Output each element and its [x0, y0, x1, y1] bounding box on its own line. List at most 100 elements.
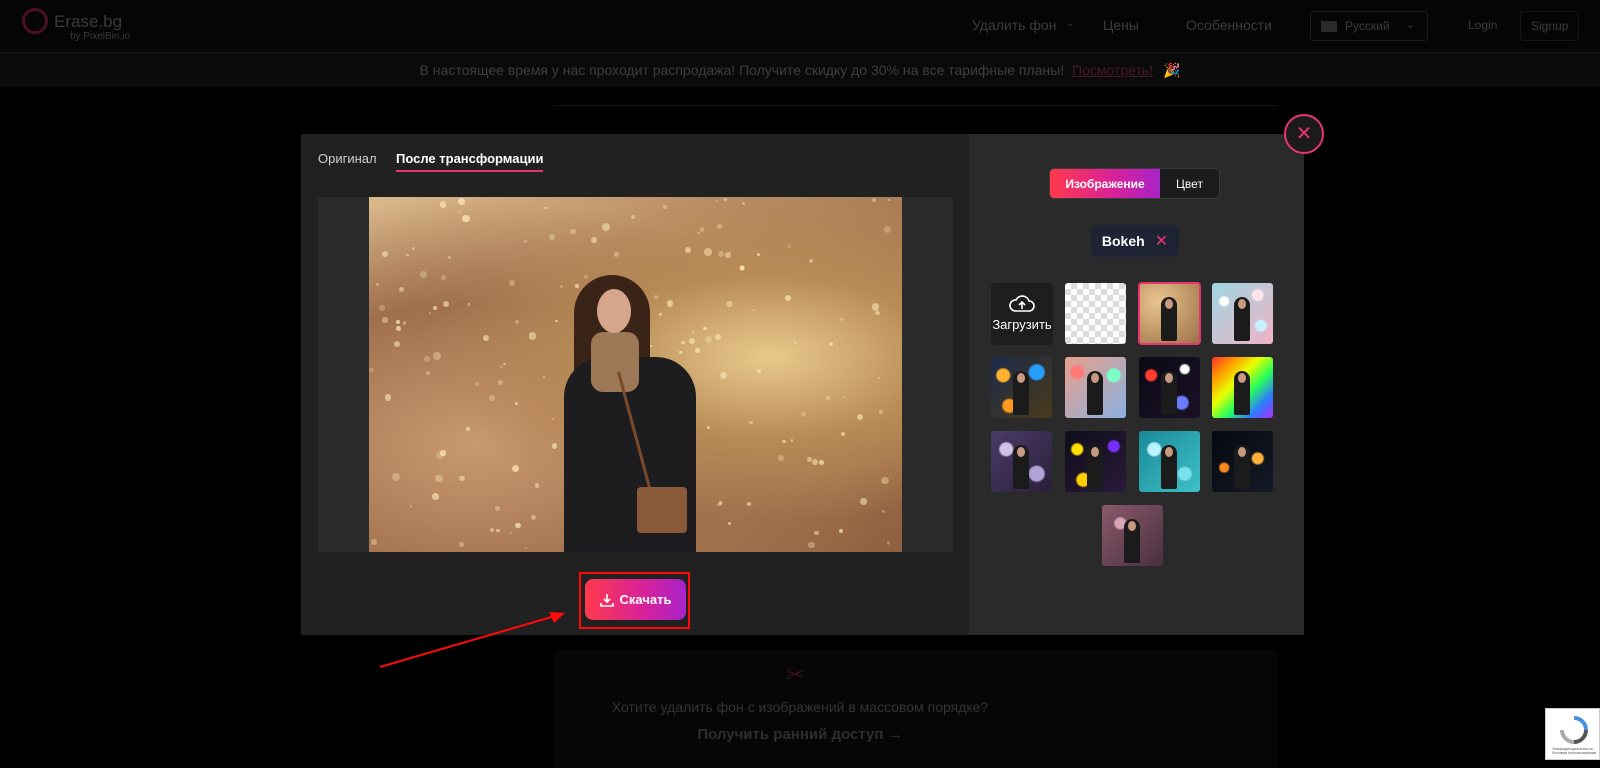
bokeh-sparkle — [811, 458, 818, 465]
bokeh-sparkle — [706, 426, 710, 430]
party-icon: 🎉 — [1162, 62, 1181, 78]
tab-after-transformation[interactable]: После трансформации — [396, 151, 544, 172]
bokeh-sparkle — [856, 413, 864, 421]
bokeh-sparkle — [860, 498, 867, 505]
background-panel — [553, 86, 1277, 106]
bokeh-sparkle — [515, 401, 519, 405]
thumbnail-face — [1128, 521, 1136, 531]
promo-link[interactable]: Посмотреть! — [1072, 62, 1153, 78]
preview-pane: Оригинал После трансформации — [301, 134, 969, 635]
background-thumbnail-bokeh-dark-lights[interactable] — [1139, 357, 1200, 418]
bokeh-sparkle — [396, 320, 401, 325]
bokeh-sparkle — [688, 337, 696, 345]
upload-button[interactable]: Загрузить — [991, 283, 1053, 345]
bokeh-sparkle — [384, 394, 391, 401]
bokeh-sparkle — [841, 432, 846, 437]
background-thumbnail-bokeh-orange-blue[interactable] — [991, 357, 1052, 418]
bokeh-sparkle — [441, 275, 446, 281]
bokeh-sparkle — [503, 362, 506, 366]
selected-category-chip: Bokeh ✕ — [1091, 225, 1179, 257]
bokeh-sparkle — [814, 530, 819, 536]
bokeh-sparkle — [718, 250, 725, 257]
logo-subtitle: by PixelBin.io — [70, 31, 131, 42]
thumbnail-face — [1165, 373, 1173, 383]
bokeh-sparkle — [489, 394, 495, 401]
tab-original[interactable]: Оригинал — [318, 151, 377, 166]
cloud-upload-icon — [1009, 295, 1035, 312]
bokeh-sparkle — [684, 247, 691, 254]
language-select[interactable]: Русский ⌄ — [1310, 11, 1428, 41]
bokeh-sparkle — [742, 202, 746, 205]
login-button[interactable]: Login — [1458, 11, 1507, 41]
bokeh-sparkle — [458, 210, 461, 213]
background-thumbnail-bokeh-pastel[interactable] — [1212, 283, 1273, 344]
image-mode-button[interactable]: Изображение — [1050, 169, 1160, 198]
bokeh-sparkle — [877, 377, 880, 380]
background-thumbnail-bokeh-rainbow[interactable] — [1212, 357, 1273, 418]
nav-remove-background[interactable]: Удалить фон — [972, 17, 1056, 33]
background-thumbnail-bokeh-yellow-night[interactable] — [1065, 431, 1126, 492]
background-thumbnail-bokeh-mauve[interactable] — [1102, 505, 1163, 566]
bokeh-sparkle — [496, 529, 500, 533]
close-icon[interactable]: ✕ — [1155, 231, 1168, 251]
person-face — [597, 289, 631, 333]
bokeh-sparkle — [391, 472, 400, 481]
bokeh-sparkle — [459, 475, 465, 481]
bokeh-sparkle — [591, 237, 597, 243]
bokeh-sparkle — [515, 522, 521, 529]
background-thumbnail-bokeh-purple[interactable] — [991, 431, 1052, 492]
bokeh-sparkle — [723, 198, 727, 202]
background-options-pane: Изображение Цвет Bokeh ✕ Загрузить — [969, 134, 1304, 635]
bokeh-sparkle — [778, 454, 785, 461]
early-access-link[interactable]: Получить ранний доступ → — [0, 726, 1600, 743]
nav-pricing[interactable]: Цены — [1103, 17, 1139, 33]
color-mode-button[interactable]: Цвет — [1160, 169, 1219, 198]
thumbnail-face — [1017, 373, 1025, 383]
bokeh-sparkle — [782, 439, 786, 443]
bokeh-sparkle — [630, 215, 635, 219]
background-thumbnail-bokeh-gold[interactable] — [1138, 282, 1201, 345]
signup-button[interactable]: Signup — [1520, 11, 1580, 41]
bokeh-sparkle — [497, 379, 504, 386]
bokeh-sparkle — [826, 396, 830, 401]
bokeh-sparkle — [704, 248, 712, 256]
chip-label: Bokeh — [1101, 233, 1145, 249]
bokeh-sparkle — [555, 319, 558, 322]
bokeh-sparkle — [692, 331, 695, 334]
annotation-arrow — [379, 612, 565, 668]
bokeh-sparkle — [800, 411, 806, 418]
logo[interactable]: Erase.bg by PixelBin.io — [22, 8, 130, 42]
recaptcha-badge[interactable]: Конфиденциальность - Условия использован… — [1545, 708, 1600, 760]
close-modal-button[interactable]: ✕ — [1284, 114, 1324, 154]
bulk-icon: ✂ — [786, 662, 805, 687]
background-thumbnail-bokeh-night-orange[interactable] — [1212, 431, 1273, 492]
thumbnail-face — [1238, 373, 1246, 383]
bokeh-sparkle — [887, 198, 891, 202]
chevron-down-icon: ⌄ — [1066, 18, 1075, 29]
bokeh-sparkle — [420, 271, 428, 279]
bokeh-sparkle — [381, 251, 389, 258]
bokeh-sparkle — [515, 320, 520, 325]
result-image — [369, 197, 902, 552]
bokeh-sparkle — [717, 223, 723, 229]
background-thumbnail-bokeh-multicolor[interactable] — [1065, 357, 1126, 418]
bokeh-sparkle — [432, 492, 440, 500]
promo-text: В настоящее время у нас проходит распрод… — [419, 62, 1065, 78]
background-thumbnail-transparent[interactable] — [1065, 283, 1126, 344]
nav-features[interactable]: Особенности — [1186, 17, 1272, 33]
thumbnail-face — [1238, 447, 1246, 457]
bokeh-sparkle — [583, 275, 588, 280]
background-thumbnail-bokeh-teal[interactable] — [1139, 431, 1200, 492]
bokeh-sparkle — [423, 355, 431, 363]
bokeh-sparkle — [409, 505, 413, 508]
download-button[interactable]: Скачать — [585, 579, 686, 620]
bokeh-sparkle — [512, 465, 520, 473]
bokeh-sparkle — [726, 300, 733, 308]
bokeh-sparkle — [785, 294, 792, 301]
background-mode-toggle: Изображение Цвет — [1049, 168, 1220, 199]
bokeh-sparkle — [882, 509, 886, 514]
bokeh-sparkle — [406, 253, 409, 257]
bokeh-sparkle — [839, 528, 844, 534]
bokeh-sparkle — [880, 476, 889, 485]
download-icon — [599, 593, 614, 607]
